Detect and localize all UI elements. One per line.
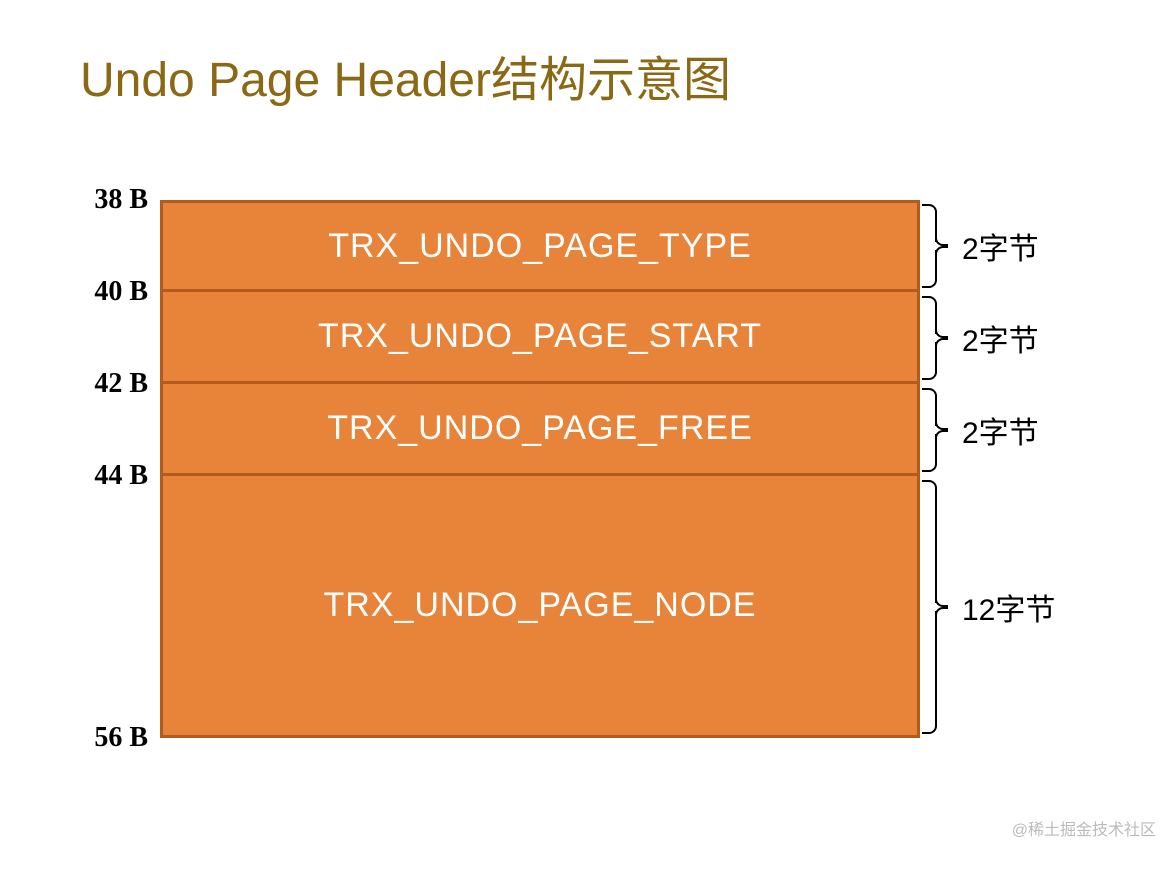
field-name: TRX_UNDO_PAGE_START — [318, 317, 762, 356]
field-row: 38 B TRX_UNDO_PAGE_TYPE 2字节 — [80, 200, 1090, 292]
field-block: TRX_UNDO_PAGE_START — [160, 292, 920, 384]
field-row: 42 B TRX_UNDO_PAGE_FREE 2字节 — [80, 384, 1090, 476]
field-block: TRX_UNDO_PAGE_FREE — [160, 384, 920, 476]
size-label: 2字节 — [958, 384, 1088, 476]
field-name: TRX_UNDO_PAGE_FREE — [327, 409, 752, 448]
undo-page-header-diagram: 38 B TRX_UNDO_PAGE_TYPE 2字节 40 B TRX_UND… — [80, 200, 1090, 738]
brace-icon — [920, 200, 958, 292]
offset-label: 44 B — [80, 476, 160, 738]
field-row: 40 B TRX_UNDO_PAGE_START 2字节 — [80, 292, 1090, 384]
brace-icon — [920, 384, 958, 476]
field-block: TRX_UNDO_PAGE_TYPE — [160, 200, 920, 292]
size-label: 2字节 — [958, 200, 1088, 292]
field-block: TRX_UNDO_PAGE_NODE — [160, 476, 920, 738]
diagram-title: Undo Page Header结构示意图 — [80, 40, 731, 110]
field-name: TRX_UNDO_PAGE_NODE — [323, 586, 756, 625]
brace-icon — [920, 476, 958, 738]
size-label: 2字节 — [958, 292, 1088, 384]
brace-icon — [920, 292, 958, 384]
watermark: @稀土掘金技术社区 — [1012, 816, 1156, 840]
field-name: TRX_UNDO_PAGE_TYPE — [328, 227, 752, 266]
size-label: 12字节 — [958, 476, 1088, 738]
offset-label: 56 B — [80, 738, 160, 768]
field-row: 44 B TRX_UNDO_PAGE_NODE 12字节 — [80, 476, 1090, 738]
